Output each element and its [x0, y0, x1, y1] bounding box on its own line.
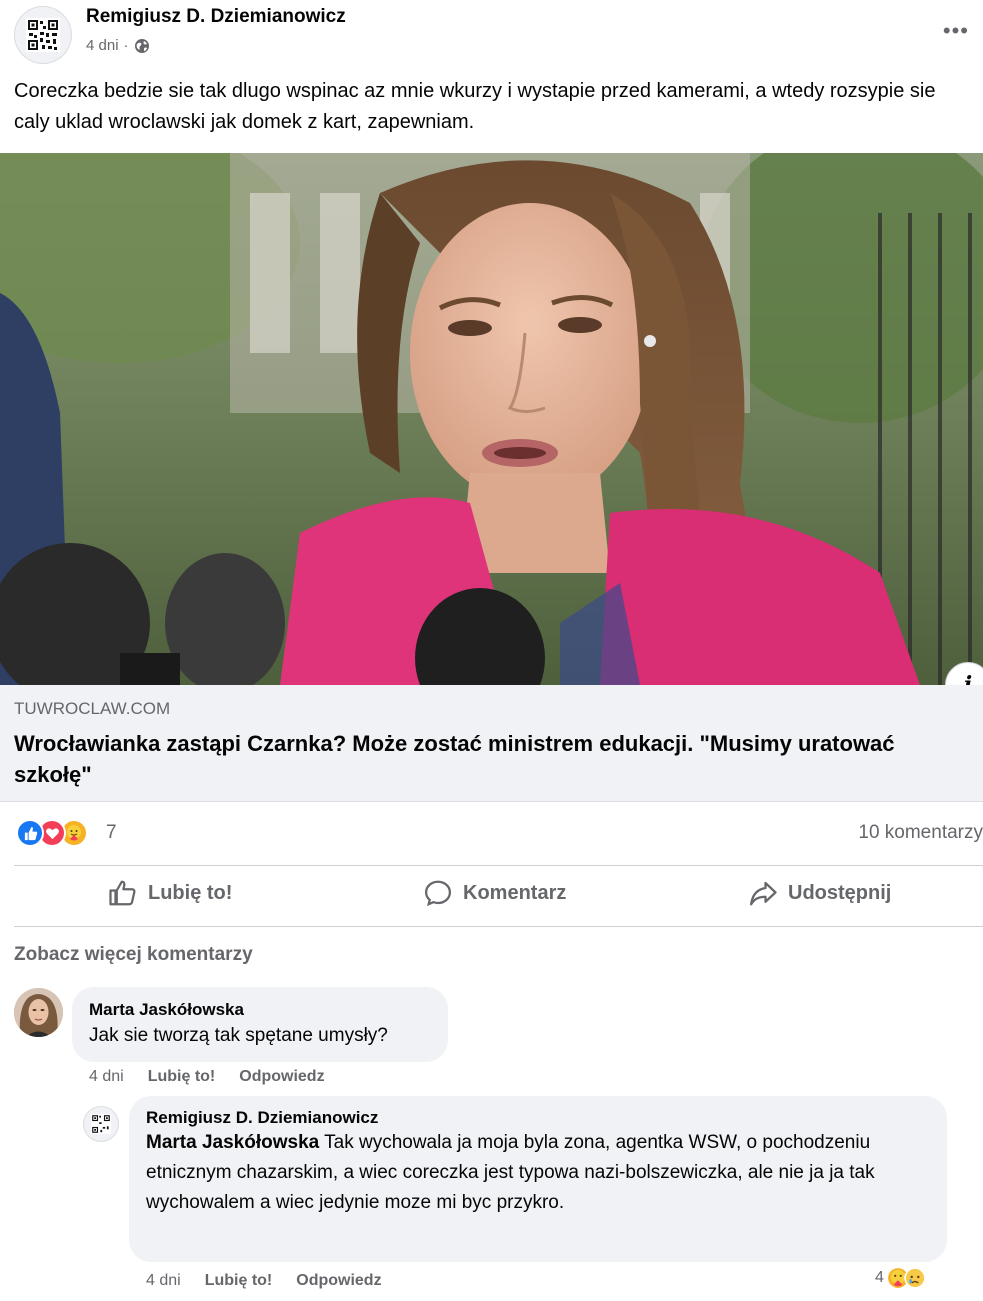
link-title[interactable]: Wrocławianka zastąpi Czarnka? Może zosta… — [14, 728, 954, 790]
post-actions: Lubię to! Komentarz Udostępnij — [0, 866, 983, 926]
divider-bottom — [14, 926, 983, 927]
comment-author[interactable]: Marta Jaskółowska — [89, 1000, 431, 1020]
comment-button[interactable]: Komentarz — [423, 878, 566, 908]
reply-like-button[interactable]: Lubię to! — [205, 1272, 273, 1290]
like-button[interactable]: Lubię to! — [108, 878, 232, 908]
comment-time[interactable]: 4 dni — [89, 1068, 124, 1086]
reaction-count[interactable]: 7 — [106, 822, 117, 844]
thumbs-up-icon — [109, 880, 136, 906]
comment-icon — [424, 880, 452, 907]
qr-code-icon — [91, 1114, 111, 1134]
commenter-avatar[interactable] — [14, 988, 63, 1037]
comment-reply-button[interactable]: Odpowiedz — [239, 1068, 324, 1086]
reactions-summary[interactable]: 7 10 komentarzy — [0, 815, 983, 853]
news-photo — [0, 153, 983, 685]
link-domain: TUWROCLAW.COM — [14, 699, 171, 718]
comments-count[interactable]: 10 komentarzy — [858, 822, 983, 844]
post-header: Remigiusz D. Dziemianowicz 4 dni · ••• — [0, 0, 983, 70]
reply-author[interactable]: Remigiusz D. Dziemianowicz — [146, 1108, 930, 1128]
post-text: Coreczka bedzie sie tak dlugo wspinac az… — [14, 80, 936, 133]
comment-button-label: Komentarz — [463, 881, 567, 904]
more-options-icon[interactable]: ••• — [943, 18, 969, 44]
reply-reactions[interactable]: 4 — [875, 1267, 926, 1289]
reaction-icons[interactable] — [16, 819, 88, 847]
post-author-name[interactable]: Remigiusz D. Dziemianowicz — [86, 6, 346, 28]
qr-code-icon — [26, 18, 60, 52]
share-button-label: Udostępnij — [788, 881, 892, 904]
link-card[interactable]: TUWROCLAW.COM Wrocławianka zastąpi Czarn… — [0, 685, 983, 802]
comment-bubble: Marta Jaskółowska Jak sie tworzą tak spę… — [72, 987, 448, 1062]
post-meta: 4 dni · — [86, 37, 150, 54]
link-preview-image[interactable] — [0, 153, 983, 685]
reply-author-avatar[interactable] — [83, 1106, 119, 1142]
comment-text: Jak sie tworzą tak spętane umysły? — [89, 1025, 388, 1046]
comment-meta: 4 dni Lubię to! Odpowiedz — [89, 1068, 325, 1086]
reply-time[interactable]: 4 dni — [146, 1272, 181, 1290]
share-icon — [750, 881, 777, 906]
globe-icon — [134, 38, 149, 53]
author-avatar[interactable] — [14, 6, 72, 64]
sad-icon — [904, 1267, 926, 1289]
share-button[interactable]: Udostępnij — [748, 878, 891, 908]
reply-reaction-count: 4 — [875, 1269, 884, 1286]
see-more-comments-link[interactable]: Zobacz więcej komentarzy — [14, 944, 253, 966]
reply-text: Marta Jaskółowska Tak wychowala ja moja … — [146, 1128, 930, 1218]
like-button-label: Lubię to! — [148, 881, 233, 904]
meta-separator: · — [123, 37, 129, 54]
post-timestamp[interactable]: 4 dni — [86, 37, 119, 54]
reply-meta: 4 dni Lubię to! Odpowiedz — [146, 1272, 382, 1290]
reply-reply-button[interactable]: Odpowiedz — [296, 1272, 381, 1290]
commenter-photo — [14, 988, 63, 1037]
reply-bubble: Remigiusz D. Dziemianowicz Marta Jaskóło… — [129, 1096, 947, 1262]
comment-like-button[interactable]: Lubię to! — [148, 1068, 216, 1086]
like-icon — [16, 819, 44, 847]
reply-mention[interactable]: Marta Jaskółowska — [146, 1132, 319, 1153]
